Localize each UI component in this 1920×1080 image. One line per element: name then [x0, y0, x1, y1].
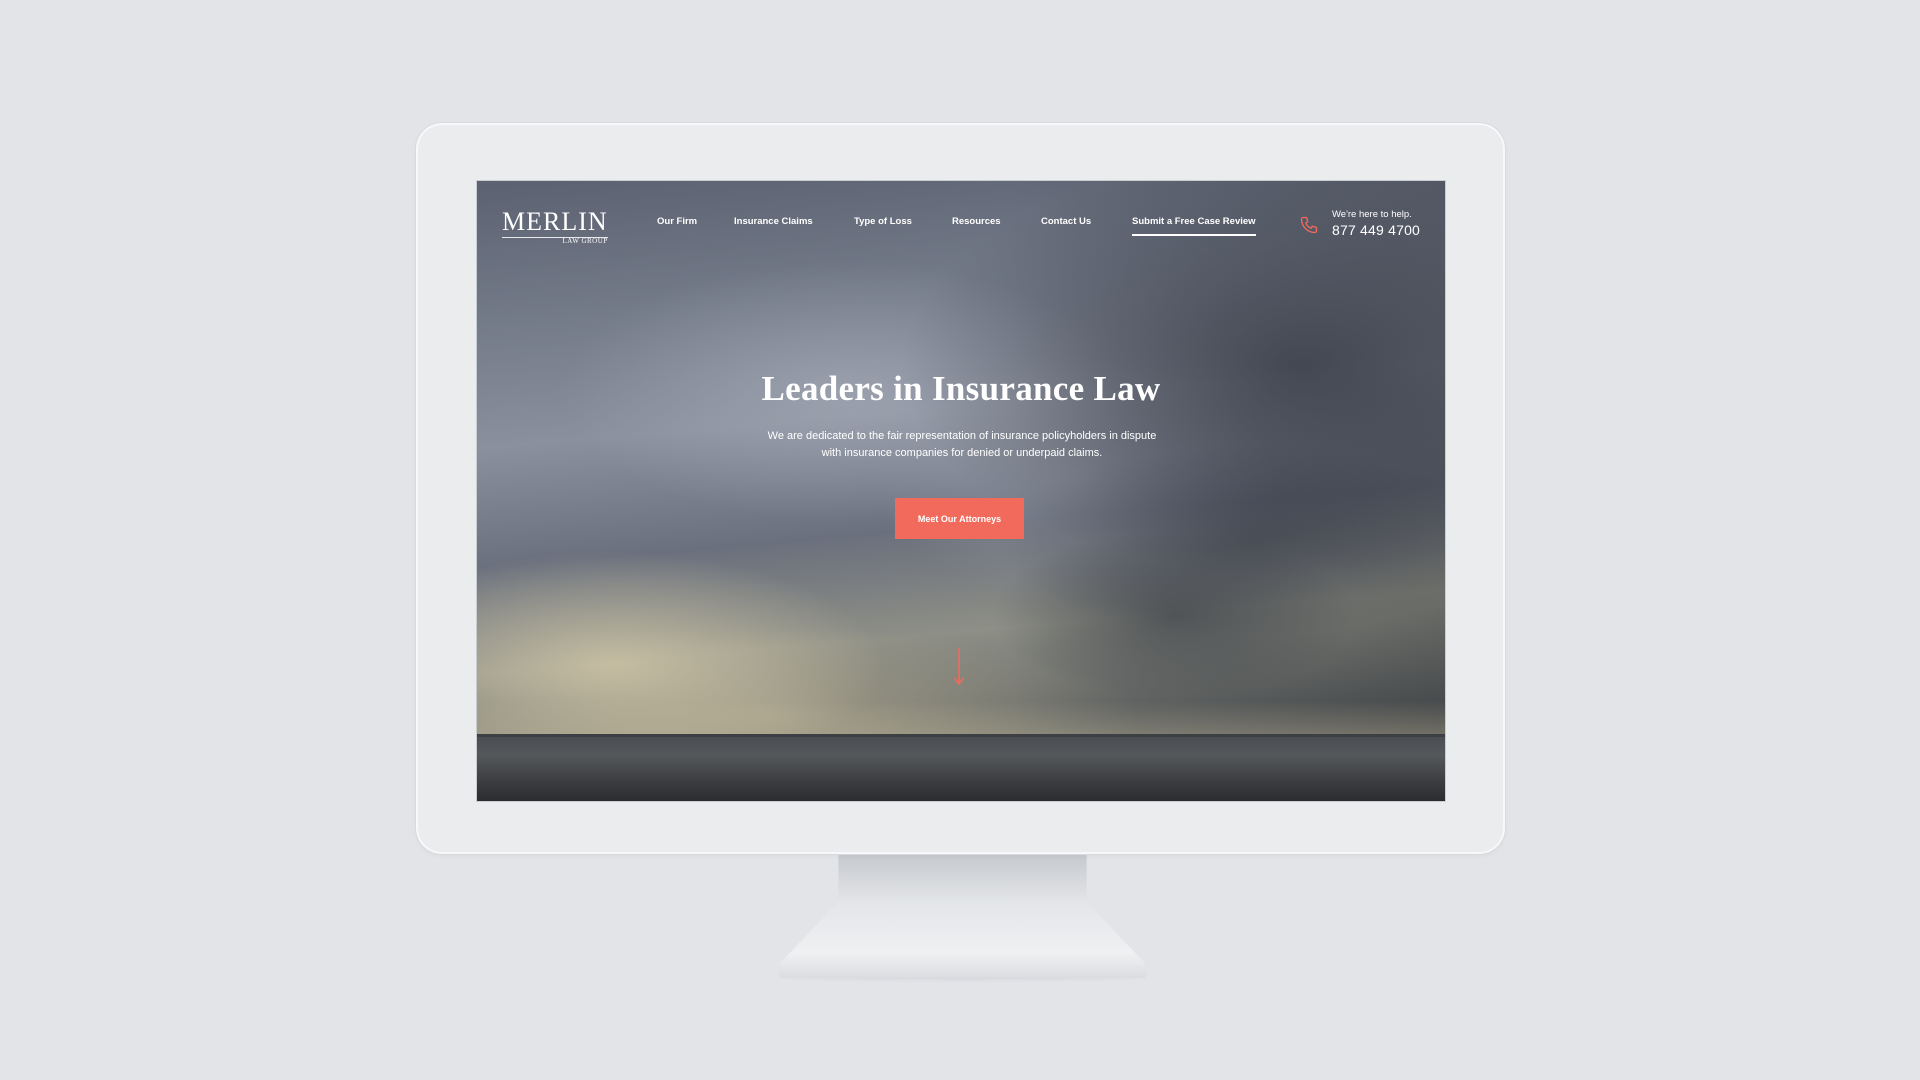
horizon-line [477, 734, 1445, 737]
sea-background [477, 736, 1445, 801]
nav-item-our-firm[interactable]: Our Firm [657, 215, 697, 229]
logo-sub-text: LAW GROUP [562, 237, 608, 245]
nav-item-insurance-claims[interactable]: Insurance Claims [734, 215, 813, 229]
horizon-glow [477, 701, 1445, 736]
hero-title: Leaders in Insurance Law [761, 369, 1161, 408]
hero-description: We are dedicated to the fair representat… [767, 430, 1157, 459]
nav-item-free-case-review[interactable]: Submit a Free Case Review [1132, 215, 1256, 236]
help-text: We're here to help. [1332, 209, 1412, 220]
meet-attorneys-button[interactable]: Meet Our Attorneys [895, 498, 1024, 539]
nav-item-type-of-loss[interactable]: Type of Loss [854, 215, 912, 229]
nav-item-contact-us[interactable]: Contact Us [1041, 215, 1091, 229]
phone-icon[interactable] [1299, 215, 1319, 235]
logo-main-text: MERLIN [502, 207, 608, 238]
nav-item-resources[interactable]: Resources [952, 215, 1001, 229]
arrow-down-icon[interactable] [953, 648, 965, 686]
site-logo[interactable]: MERLIN LAW GROUP [502, 209, 608, 245]
phone-number-link[interactable]: 877 449 4700 [1332, 222, 1420, 238]
monitor-stand [780, 855, 1145, 978]
website-screen: MERLIN LAW GROUP Our Firm Insurance Clai… [476, 180, 1446, 802]
